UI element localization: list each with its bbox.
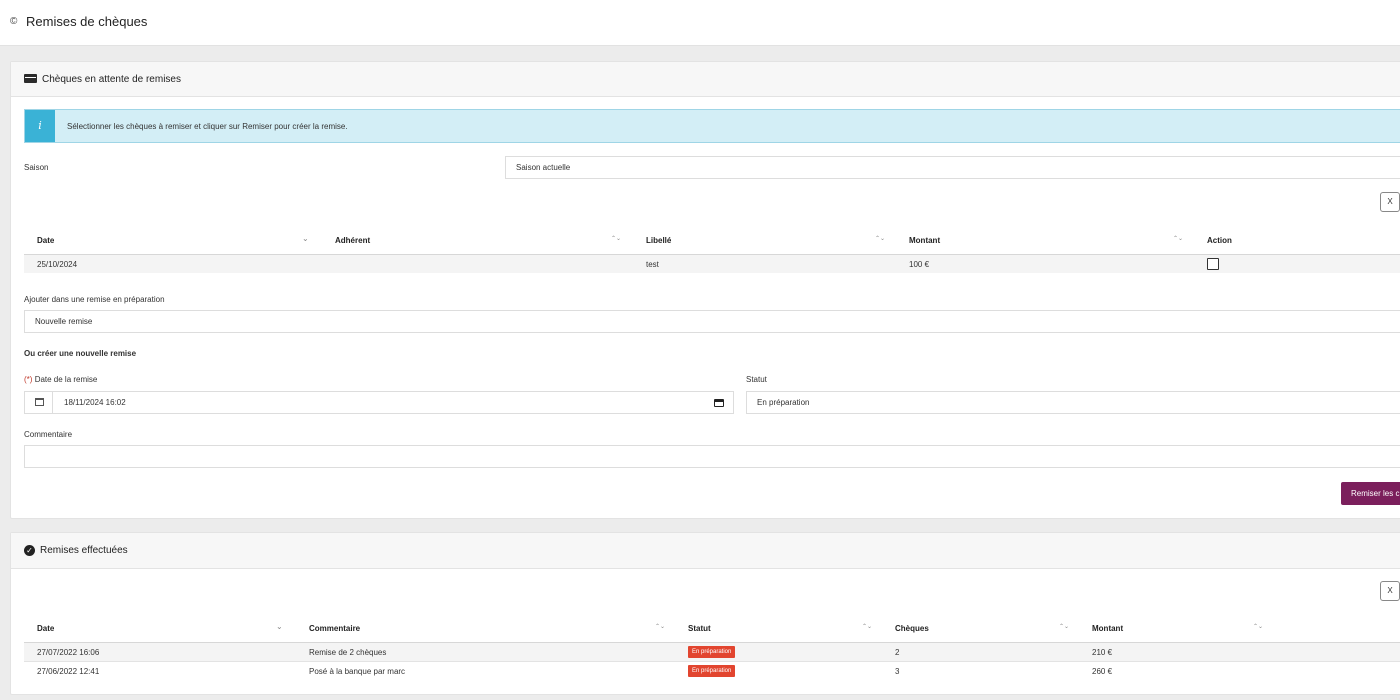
sort-desc-icon[interactable]: ⌄ [302, 234, 309, 243]
row-cheques: 3 [895, 667, 900, 676]
pending-panel-header: Chèques en attente de remises [11, 62, 1400, 97]
col-header-amount[interactable]: Montant [909, 236, 940, 245]
pending-panel-title: Chèques en attente de remises [42, 74, 181, 85]
page-title: Remises de chèques [26, 14, 148, 29]
comment-input[interactable] [24, 445, 1400, 468]
sort-icon[interactable]: ⌃⌄ [1173, 235, 1183, 242]
row-date: 27/06/2022 12:41 [37, 667, 100, 676]
col-header-date[interactable]: Date [37, 624, 54, 633]
row-label: test [646, 260, 659, 269]
excel-icon: X [1387, 197, 1393, 206]
row-cheques: 2 [895, 648, 900, 657]
date-remise-value: 18/11/2024 16:02 [64, 398, 126, 407]
status-select[interactable]: En préparation [746, 391, 1400, 414]
col-header-comment[interactable]: Commentaire [309, 624, 360, 633]
date-remise-label: (*) Date de la remise [24, 375, 98, 384]
add-to-remise-label: Ajouter dans une remise en préparation [24, 295, 165, 304]
pending-cheques-panel: Chèques en attente de remises i Sélectio… [10, 61, 1400, 519]
sort-icon[interactable]: ⌃⌄ [611, 235, 621, 242]
excel-export-button[interactable]: X [1380, 192, 1400, 212]
row-divider [24, 661, 1400, 662]
create-remise-heading: Ou créer une nouvelle remise [24, 349, 137, 358]
row-date: 25/10/2024 [37, 260, 78, 269]
sort-icon[interactable]: ⌃⌄ [862, 623, 872, 630]
sort-icon[interactable]: ⌃⌄ [1253, 623, 1263, 630]
comment-label: Commentaire [24, 430, 73, 439]
top-bar: © Remises de chèques [0, 0, 1400, 46]
date-remise-field[interactable]: 18/11/2024 16:02 [24, 391, 734, 414]
table-row [24, 255, 1400, 273]
col-header-label[interactable]: Libellé [646, 236, 671, 245]
row-date: 27/07/2022 16:06 [37, 648, 100, 657]
season-label: Saison [24, 163, 49, 172]
excel-icon: X [1387, 586, 1393, 595]
remise-select[interactable]: Nouvelle remise [24, 310, 1400, 333]
sort-icon[interactable]: ⌃⌄ [1059, 623, 1069, 630]
status-badge: En préparation [688, 665, 736, 677]
info-alert: i Sélectionner les chèques à remiser et … [24, 109, 1400, 143]
status-badge: En préparation [688, 646, 736, 658]
check-circle-icon: ✓ [24, 545, 35, 556]
col-header-date[interactable]: Date [37, 236, 54, 245]
sort-icon[interactable]: ⌃⌄ [655, 623, 665, 630]
col-header-cheques[interactable]: Chèques [895, 624, 929, 633]
col-header-status[interactable]: Statut [688, 624, 711, 633]
season-select[interactable]: Saison actuelle [505, 156, 1400, 179]
col-header-member[interactable]: Adhérent [335, 236, 370, 245]
sort-desc-icon[interactable]: ⌄ [276, 622, 283, 631]
col-header-action: Action [1207, 236, 1232, 245]
sort-icon[interactable]: ⌃⌄ [875, 235, 885, 242]
info-icon: i [25, 110, 55, 142]
calendar-addon [25, 392, 53, 413]
completed-remises-panel: ✓ Remises effectuées X Date ⌄ Commentair… [10, 532, 1400, 695]
credit-card-icon [24, 74, 37, 83]
row-comment: Posé à la banque par marc [309, 667, 406, 676]
row-amount: 100 € [909, 260, 930, 269]
excel-export-button[interactable]: X [1380, 581, 1400, 601]
row-amount: 210 € [1092, 648, 1113, 657]
required-mark: (*) [24, 375, 33, 384]
submit-remise-button[interactable]: Remiser les chèques [1341, 482, 1400, 505]
completed-panel-header: ✓ Remises effectuées [11, 533, 1400, 569]
date-picker-icon[interactable] [714, 399, 724, 407]
copyright-icon: © [10, 16, 18, 27]
col-header-amount[interactable]: Montant [1092, 624, 1123, 633]
calendar-icon [35, 398, 44, 406]
row-comment: Remise de 2 chèques [309, 648, 387, 657]
select-cheque-checkbox[interactable] [1207, 258, 1219, 270]
completed-panel-title: Remises effectuées [40, 545, 128, 556]
info-text: Sélectionner les chèques à remiser et cl… [67, 122, 348, 131]
status-label: Statut [746, 375, 767, 384]
row-amount: 260 € [1092, 667, 1113, 676]
